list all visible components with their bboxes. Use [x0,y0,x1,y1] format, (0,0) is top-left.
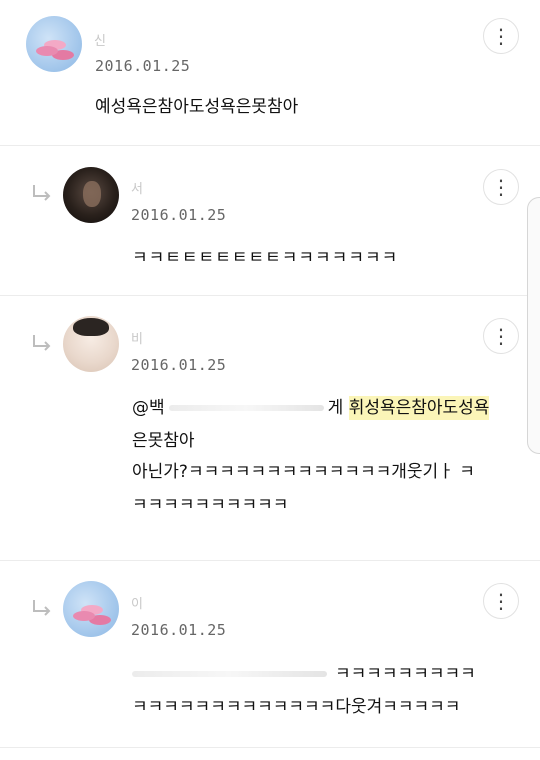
reply-arrow-icon [33,335,51,351]
comment-author[interactable]: 비 [131,328,143,347]
more-vertical-icon: ⋮ [491,175,511,199]
comment-item: 서 2016.01.25 ⋮ ㅋㅋㅌㅌㅌㅌㅌㅌㅌㅋㅋㅋㅋㅋㅋㅋ [0,146,540,296]
comment-text-line-1: ㅋㅋㅋㅋㅋㅋㅋㅋㅋ [132,658,476,690]
comment-text-visible: ㅋㅋㅋㅋㅋㅋㅋㅋㅋ [335,664,476,684]
redacted-text [132,671,327,677]
more-options-button[interactable]: ⋮ [483,583,519,619]
highlighted-text: 휘성욕은참아도성욕 [348,396,490,420]
comment-text-line-2: 은못참아 [132,431,195,451]
comment-author[interactable]: 서 [131,178,143,197]
avatar[interactable] [63,581,119,637]
more-options-button[interactable]: ⋮ [483,318,519,354]
reply-arrow-icon [33,600,51,616]
comment-item: 이 2016.01.25 ⋮ ㅋㅋㅋㅋㅋㅋㅋㅋㅋ ㅋㅋㅋㅋㅋㅋㅋㅋㅋㅋㅋㅋㅋ다웃… [0,561,540,748]
comment-text: ㅋㅋㅌㅌㅌㅌㅌㅌㅌㅋㅋㅋㅋㅋㅋㅋ [132,248,399,268]
comment-date: 2016.01.25 [131,206,227,224]
reply-arrow-icon [33,185,51,201]
avatar[interactable] [26,16,82,72]
comment-text-line-2: ㅋㅋㅋㅋㅋㅋㅋㅋㅋㅋㅋㅋㅋ다웃겨ㅋㅋㅋㅋㅋ [132,697,461,717]
comment-text-line-3: 아닌가?ㅋㅋㅋㅋㅋㅋㅋㅋㅋㅋㅋㅋㅋ개웃기ㅏ ㅋ [132,462,475,482]
more-vertical-icon: ⋮ [491,589,511,613]
comment-text-line-4: ㅋㅋㅋㅋㅋㅋㅋㅋㅋㅋ [132,495,289,515]
comment-date: 2016.01.25 [131,356,227,374]
comment-date: 2016.01.25 [131,621,227,639]
more-options-button[interactable]: ⋮ [483,169,519,205]
more-vertical-icon: ⋮ [491,324,511,348]
scroll-edge-handle[interactable] [527,197,540,454]
mention-link[interactable]: @백 [132,398,165,418]
more-options-button[interactable]: ⋮ [483,18,519,54]
comment-author[interactable]: 신 [94,30,106,49]
avatar[interactable] [63,167,119,223]
text-suffix: 게 [327,398,344,418]
comment-text: 예성욕은참아도성욕은못참아 [95,97,299,117]
comment-item: 신 2016.01.25 ⋮ 예성욕은참아도성욕은못참아 [0,0,540,146]
comment-author[interactable]: 이 [131,593,143,612]
avatar[interactable] [63,316,119,372]
comment-date: 2016.01.25 [95,57,191,75]
redacted-text [168,405,324,411]
comment-text-line-1: @백 게 휘성욕은참아도성욕 [132,392,490,424]
comment-item: 비 2016.01.25 ⋮ @백 게 휘성욕은참아도성욕 은못참아 아닌가?ㅋㅋ… [0,296,540,561]
more-vertical-icon: ⋮ [491,24,511,48]
